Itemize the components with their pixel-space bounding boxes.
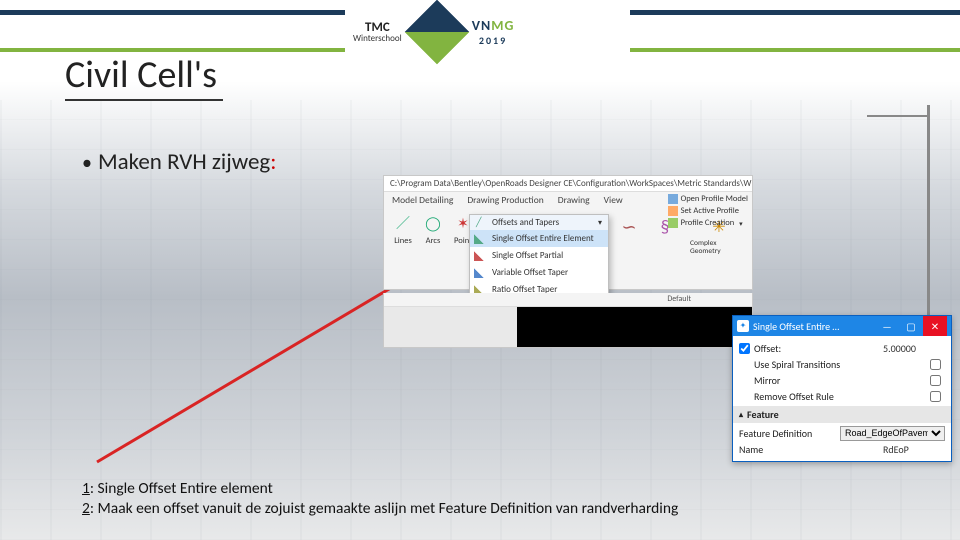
ribbon-tab[interactable]: Model Detailing (392, 194, 453, 206)
name-value[interactable]: RdEoP (883, 443, 945, 456)
close-button[interactable]: ✕ (923, 316, 947, 336)
bullet-text: Maken RVH zijweg (98, 148, 270, 176)
remove-label: Remove Offset Rule (754, 390, 930, 403)
mirror-checkbox[interactable] (930, 375, 941, 386)
dialog-app-icon: ✦ (737, 320, 749, 332)
instruction-line-2: 2: Maak een offset vanuit de zojuist gem… (82, 499, 678, 518)
dropdown-item[interactable]: Single Offset Entire Element (470, 230, 608, 247)
section-label: Feature (747, 408, 779, 421)
bullet-dot-icon: • (82, 151, 92, 175)
offsets-icon: ╱ (476, 217, 488, 228)
ribbon-screenshot: C:\Program Data\Bentley\OpenRoads Design… (383, 175, 753, 290)
dropdown-item-label: Variable Offset Taper (492, 267, 568, 278)
step-number: 2 (82, 499, 90, 518)
tool-label: Lines (394, 236, 412, 246)
logo-vnmg-year: 2019 (472, 34, 515, 47)
offset-entire-icon (474, 232, 486, 244)
feature-def-select[interactable]: Road_EdgeOfPavement (840, 426, 945, 441)
dialog-body: Offset: 5.00000 Use Spiral Transitions M… (733, 336, 951, 461)
chevron-down-icon: ▾ (739, 219, 743, 228)
offset-value[interactable]: 5.00000 (883, 342, 945, 355)
instructions: 1: Single Offset Entire element 2: Maak … (82, 479, 678, 518)
dropdown-header[interactable]: ╱ Offsets and Tapers ▾ (470, 215, 608, 230)
offset-checkbox[interactable] (739, 343, 750, 354)
logo-vnmg: VNMG 2019 (472, 17, 515, 47)
step-text: : Maak een offset vanuit de zojuist gema… (90, 499, 678, 518)
row-spiral: Use Spiral Transitions (739, 356, 945, 372)
tool-profile-creation[interactable]: Profile Creation ▾ (668, 218, 748, 228)
minimize-button[interactable]: — (875, 316, 899, 336)
ribbon-right-tools: Open Profile Model Set Active Profile Pr… (668, 194, 748, 230)
row-offset: Offset: 5.00000 (739, 340, 945, 356)
bullet-colon: : (270, 148, 276, 176)
profile-model-icon (668, 194, 678, 204)
logo-diamond-icon (404, 0, 469, 65)
tool-label: Set Active Profile (681, 206, 739, 216)
spiral-label: Use Spiral Transitions (754, 358, 930, 371)
name-label: Name (739, 443, 883, 456)
tool-label: Complex Geometry (690, 240, 748, 255)
ribbon-tab[interactable]: View (604, 194, 623, 206)
ribbon-tab[interactable]: Drawing (558, 194, 590, 206)
maximize-button[interactable]: ▢ (899, 316, 923, 336)
tool-set-active-profile[interactable]: Set Active Profile (668, 206, 748, 216)
ribbon-path: C:\Program Data\Bentley\OpenRoads Design… (384, 176, 752, 192)
logo-vnmg-mg: MG (491, 17, 514, 34)
lines-icon: ／ (392, 212, 414, 234)
profile-creation-icon (668, 218, 678, 228)
tool-open-profile[interactable]: Open Profile Model (668, 194, 748, 204)
page-title: Civil Cell's (65, 52, 217, 98)
tool-lines[interactable]: ／ Lines (392, 212, 414, 246)
lower-toolbar: Default (384, 293, 752, 307)
row-feature-def: Feature Definition Road_EdgeOfPavement (739, 425, 945, 441)
row-mirror: Mirror (739, 372, 945, 388)
tool-label: Arcs (426, 236, 441, 246)
dropdown-header-label: Offsets and Tapers (492, 217, 559, 228)
active-profile-icon (668, 206, 678, 216)
offsets-tapers-dropdown: ╱ Offsets and Tapers ▾ Single Offset Ent… (469, 214, 609, 299)
step-text: : Single Offset Entire element (90, 479, 273, 498)
section-feature[interactable]: ▴ Feature (733, 406, 951, 423)
header-logos: TMC Winterschool VNMG 2019 (345, 2, 630, 62)
spiral-checkbox[interactable] (930, 359, 941, 370)
single-offset-dialog: ✦ Single Offset Entire … — ▢ ✕ Offset: 5… (732, 315, 952, 462)
feature-def-label: Feature Definition (739, 427, 840, 440)
tool-arcs[interactable]: ◯ Arcs (422, 212, 444, 246)
offset-label: Offset: (754, 342, 883, 355)
dialog-title: Single Offset Entire … (753, 320, 839, 333)
chevron-up-icon: ▴ (739, 410, 743, 420)
reverse-icon: ∽ (618, 216, 640, 238)
step-number: 1 (82, 479, 90, 498)
ribbon-tab[interactable]: Drawing Production (467, 194, 543, 206)
instruction-line-1: 1: Single Offset Entire element (82, 479, 678, 498)
logo-tmc-sub: Winterschool (353, 34, 402, 43)
viewport-black (517, 307, 752, 347)
logo-tmc: TMC Winterschool (353, 21, 402, 43)
arcs-icon: ◯ (422, 212, 444, 234)
bullet-line: •Maken RVH zijweg: (82, 148, 276, 176)
tool-label: Open Profile Model (681, 194, 748, 204)
row-name: Name RdEoP (739, 441, 945, 457)
tool-label: Profile Creation (681, 218, 735, 228)
dropdown-item[interactable]: Single Offset Partial (470, 247, 608, 264)
default-label: Default (667, 294, 691, 304)
chevron-down-icon: ▾ (598, 218, 602, 228)
offset-partial-icon (474, 249, 486, 261)
mirror-label: Mirror (754, 374, 930, 387)
dropdown-item[interactable]: Variable Offset Taper (470, 264, 608, 281)
dropdown-item-label: Single Offset Partial (492, 250, 563, 261)
variable-taper-icon (474, 266, 486, 278)
ribbon-lower-strip: Default (383, 293, 753, 348)
dropdown-item-label: Single Offset Entire Element (492, 233, 594, 244)
tool-reverse[interactable]: ∽ (618, 216, 640, 255)
dialog-titlebar[interactable]: ✦ Single Offset Entire … — ▢ ✕ (733, 316, 951, 336)
logo-vnmg-vn: VN (472, 17, 492, 34)
row-remove: Remove Offset Rule (739, 388, 945, 404)
remove-checkbox[interactable] (930, 391, 941, 402)
